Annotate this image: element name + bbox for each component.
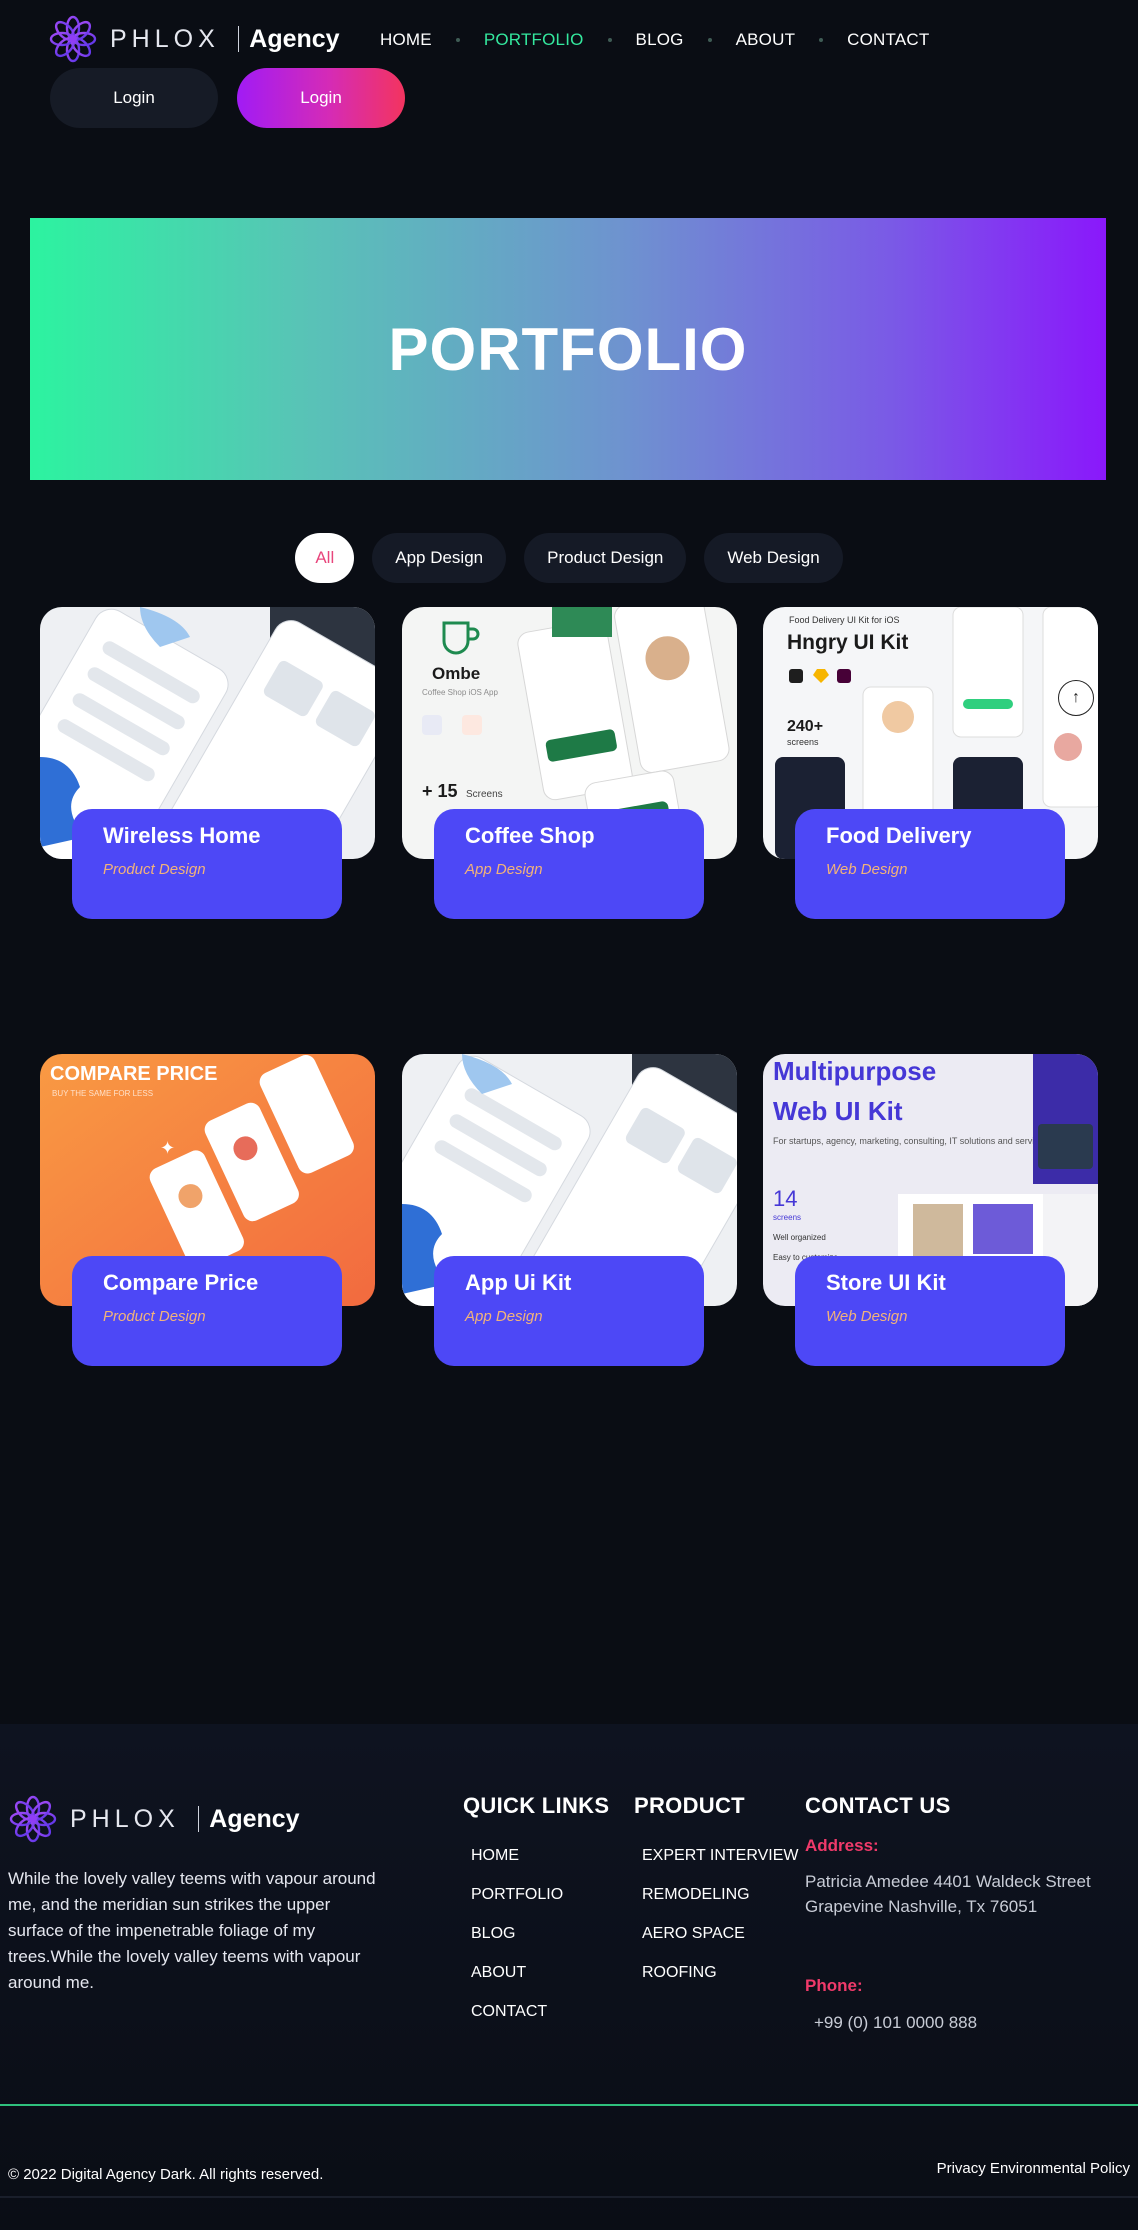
brand-divider bbox=[237, 26, 240, 52]
footer-brand-logo[interactable]: PHLOX Agency bbox=[8, 1794, 300, 1844]
portfolio-card-label[interactable]: Wireless Home Product Design bbox=[72, 809, 342, 919]
portfolio-filter-bar: All App Design Product Design Web Design bbox=[0, 533, 1138, 583]
main-nav: HOME PORTFOLIO BLOG ABOUT CONTACT bbox=[380, 30, 929, 50]
filter-web-design[interactable]: Web Design bbox=[704, 533, 843, 583]
thumb-ombe-subtitle: Coffee Shop iOS App bbox=[422, 688, 498, 697]
filter-product-design[interactable]: Product Design bbox=[524, 533, 687, 583]
nav-separator-dot bbox=[707, 38, 712, 42]
site-header: PHLOX Agency HOME PORTFOLIO BLOG ABOUT C… bbox=[0, 0, 1138, 140]
thumb-240-label: screens bbox=[787, 737, 819, 747]
footer-link-contact[interactable]: CONTACT bbox=[471, 2002, 563, 2041]
portfolio-card-label[interactable]: Store UI Kit Web Design bbox=[795, 1256, 1065, 1366]
brand-name: PHLOX bbox=[70, 1804, 180, 1833]
brand-name: PHLOX bbox=[110, 24, 220, 53]
nav-separator-dot bbox=[819, 38, 824, 42]
footer-link-blog[interactable]: BLOG bbox=[471, 1924, 563, 1963]
portfolio-card-label[interactable]: Coffee Shop App Design bbox=[434, 809, 704, 919]
portfolio-card[interactable]: App Ui Kit App Design bbox=[402, 1054, 737, 1369]
nav-about[interactable]: ABOUT bbox=[736, 30, 796, 50]
thumb-multi-line1: Multipurpose bbox=[773, 1056, 936, 1086]
footer-address: Patricia Amedee 4401 Waldeck Street Grap… bbox=[805, 1872, 1091, 1916]
portfolio-card-category: App Design bbox=[465, 861, 543, 878]
nav-portfolio[interactable]: PORTFOLIO bbox=[484, 30, 584, 50]
footer-product-links: EXPERT INTERVIEW REMODELING AERO SPACE R… bbox=[642, 1846, 798, 2002]
portfolio-card-label[interactable]: Compare Price Product Design bbox=[72, 1256, 342, 1366]
portfolio-card[interactable]: COMPARE PRICE BUY THE SAME FOR LESS ✦ Co… bbox=[40, 1054, 375, 1369]
login-gradient-button[interactable]: Login bbox=[237, 68, 405, 128]
footer-link-home[interactable]: HOME bbox=[471, 1846, 563, 1885]
thumb-multi-line2: Web UI Kit bbox=[773, 1096, 903, 1126]
footer-link-roofing[interactable]: ROOFING bbox=[642, 1963, 798, 2002]
portfolio-card[interactable]: Ombe Coffee Shop iOS App + 15 Screens Co… bbox=[402, 607, 737, 922]
footer-quick-links: HOME PORTFOLIO BLOG ABOUT CONTACT bbox=[471, 1846, 563, 2041]
footer-about-text: While the lovely valley teems with vapou… bbox=[8, 1869, 376, 1992]
footer-contact-heading: CONTACT US bbox=[805, 1793, 951, 1818]
thumb-14-label: screens bbox=[773, 1213, 801, 1222]
footer-product-heading: PRODUCT bbox=[634, 1793, 745, 1818]
thumb-compare-subtitle: BUY THE SAME FOR LESS bbox=[52, 1089, 153, 1098]
brand-suffix: Agency bbox=[209, 1804, 300, 1833]
portfolio-card-title: Compare Price bbox=[103, 1270, 259, 1295]
footer-bottom-rule bbox=[0, 2196, 1138, 2198]
brand-suffix: Agency bbox=[249, 24, 340, 53]
footer-phone[interactable]: +99 (0) 101 0000 888 bbox=[814, 2010, 1134, 2035]
nav-blog[interactable]: BLOG bbox=[636, 30, 684, 50]
page-hero-banner: PORTFOLIO bbox=[30, 218, 1106, 480]
footer-link-remodeling[interactable]: REMODELING bbox=[642, 1885, 798, 1924]
portfolio-card-category: Product Design bbox=[103, 861, 206, 878]
brand-divider bbox=[197, 1806, 200, 1832]
portfolio-card[interactable]: Food Delivery UI Kit for iOS Hngry UI Ki… bbox=[763, 607, 1098, 922]
thumb-screens-count: + 15 bbox=[422, 781, 458, 801]
portfolio-card-category: Web Design bbox=[826, 1308, 908, 1325]
portfolio-card-category: App Design bbox=[465, 1308, 543, 1325]
nav-separator-dot bbox=[607, 38, 612, 42]
thumb-hungry-top: Food Delivery UI Kit for iOS bbox=[789, 615, 900, 625]
portfolio-card-title: Wireless Home bbox=[103, 823, 261, 848]
footer-divider bbox=[0, 2104, 1138, 2106]
footer-link-portfolio[interactable]: PORTFOLIO bbox=[471, 1885, 563, 1924]
nav-contact[interactable]: CONTACT bbox=[847, 30, 929, 50]
filter-app-design[interactable]: App Design bbox=[372, 533, 507, 583]
svg-text:✦: ✦ bbox=[160, 1138, 175, 1158]
nav-home[interactable]: HOME bbox=[380, 30, 432, 50]
thumb-well-organized: Well organized bbox=[773, 1233, 826, 1242]
portfolio-card-category: Product Design bbox=[103, 1308, 206, 1325]
arrow-up-icon: ↑ bbox=[1072, 689, 1080, 706]
footer-phone-label: Phone: bbox=[805, 1976, 863, 1995]
footer-quick-links-heading: QUICK LINKS bbox=[463, 1793, 610, 1818]
portfolio-card-label[interactable]: App Ui Kit App Design bbox=[434, 1256, 704, 1366]
thumb-compare-title: COMPARE PRICE bbox=[50, 1063, 217, 1085]
portfolio-card[interactable]: Wireless Home Product Design bbox=[40, 607, 375, 922]
portfolio-card-title: Store UI Kit bbox=[826, 1270, 946, 1295]
footer-link-expert-interview[interactable]: EXPERT INTERVIEW bbox=[642, 1846, 798, 1885]
portfolio-card-category: Web Design bbox=[826, 861, 908, 878]
thumb-hungry-title: Hngry UI Kit bbox=[787, 631, 908, 654]
thumb-240-count: 240+ bbox=[787, 718, 823, 735]
page-title: PORTFOLIO bbox=[388, 315, 748, 383]
portfolio-card[interactable]: Multipurpose Web UI Kit For startups, ag… bbox=[763, 1054, 1098, 1369]
portfolio-card-title: App Ui Kit bbox=[465, 1270, 572, 1295]
footer-link-aero-space[interactable]: AERO SPACE bbox=[642, 1924, 798, 1963]
filter-all[interactable]: All bbox=[295, 533, 355, 583]
thumb-ombe-title: Ombe bbox=[432, 664, 480, 683]
thumb-14-count: 14 bbox=[773, 1186, 797, 1211]
scroll-to-top-button[interactable]: ↑ bbox=[1058, 680, 1094, 716]
footer-copyright: © 2022 Digital Agency Dark. All rights r… bbox=[8, 2166, 324, 2183]
brand-logo[interactable]: PHLOX Agency bbox=[48, 14, 340, 64]
portfolio-card-title: Coffee Shop bbox=[465, 823, 595, 848]
flower-logo-icon bbox=[49, 15, 97, 63]
portfolio-card-title: Food Delivery bbox=[826, 823, 972, 848]
footer-link-about[interactable]: ABOUT bbox=[471, 1963, 563, 2002]
flower-logo-icon bbox=[9, 1795, 57, 1843]
nav-separator-dot bbox=[455, 38, 460, 42]
thumb-screens-label: Screens bbox=[466, 789, 503, 800]
footer-privacy-link[interactable]: Privacy Environmental Policy bbox=[937, 2160, 1130, 2177]
portfolio-card-label[interactable]: Food Delivery Web Design bbox=[795, 809, 1065, 919]
login-button[interactable]: Login bbox=[50, 68, 218, 128]
footer-address-label: Address: bbox=[805, 1836, 879, 1855]
